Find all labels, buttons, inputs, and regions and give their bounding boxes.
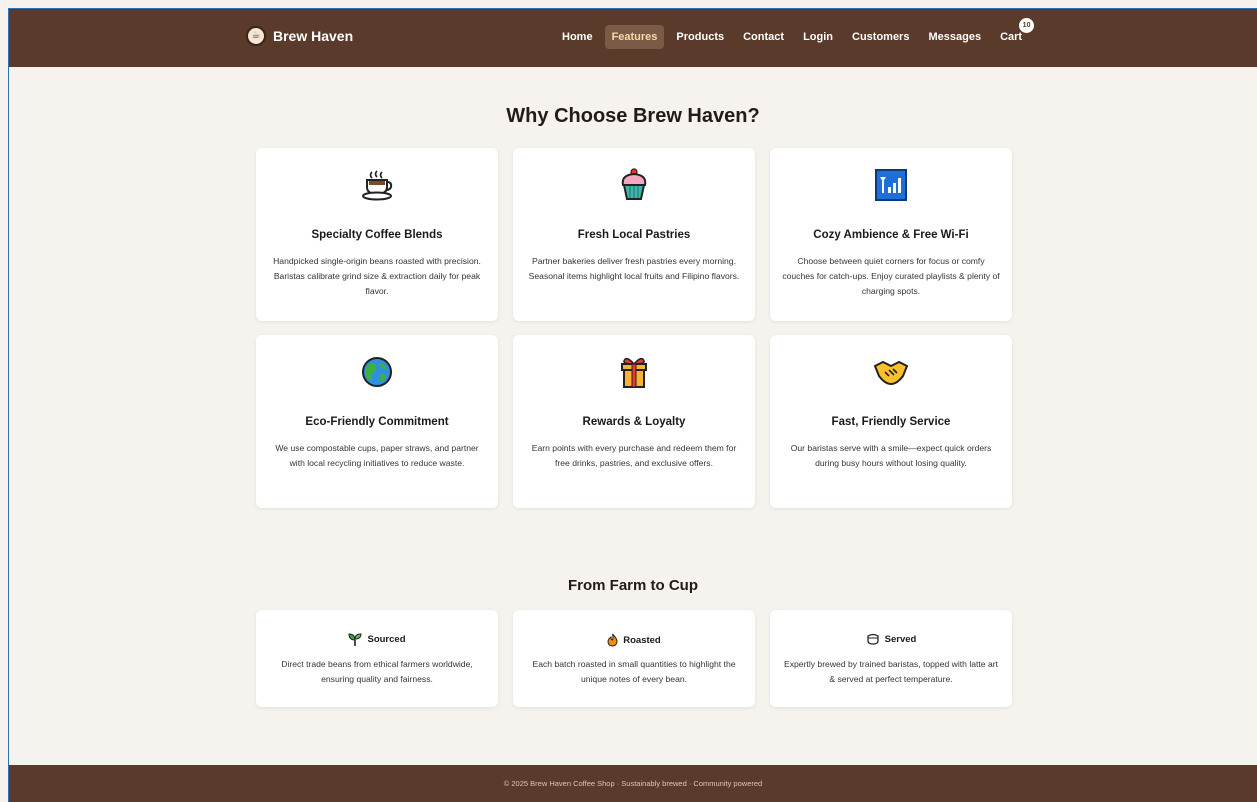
process-description: Expertly brewed by trained baristas, top… — [783, 659, 998, 684]
nav-link-contact[interactable]: Contact — [736, 25, 791, 49]
nav-link-customers[interactable]: Customers — [845, 25, 916, 49]
feature-description: Choose between quiet corners for focus o… — [782, 256, 1000, 296]
flame-icon — [607, 633, 618, 647]
process-description: Each batch roasted in small quantities t… — [532, 659, 736, 684]
cart-label: Cart — [1000, 31, 1023, 43]
footer: © 2025 Brew Haven Coffee Shop · Sustaina… — [9, 765, 1257, 802]
feature-description: Partner bakeries deliver fresh pastries … — [528, 256, 740, 281]
coffee-logo-icon: ☕ — [246, 26, 266, 46]
brand-name: Brew Haven — [273, 28, 354, 44]
nav-link-cart[interactable]: Cart 10 — [993, 18, 1035, 49]
feature-title: Rewards & Loyalty — [582, 416, 686, 428]
navbar: ☕ Brew Haven Home Features Products Cont… — [9, 9, 1257, 67]
process-title: Roasted — [623, 634, 661, 646]
feature-title: Specialty Coffee Blends — [311, 229, 443, 241]
feature-card: Cozy Ambience & Free Wi-Fi Choose betwee… — [770, 148, 1012, 321]
brand[interactable]: ☕ Brew Haven — [246, 26, 353, 46]
coffee-cup-icon — [256, 168, 498, 202]
process-title: Sourced — [367, 634, 406, 645]
sprout-icon — [348, 633, 362, 646]
process-card-header: Sourced — [256, 633, 498, 646]
feature-description: Handpicked single-origin beans roasted w… — [273, 256, 481, 296]
nav-link-login[interactable]: Login — [796, 25, 840, 49]
features-heading: Why Choose Brew Haven? — [506, 105, 760, 127]
nav-link-messages[interactable]: Messages — [921, 25, 988, 49]
wifi-signal-icon — [770, 168, 1012, 202]
feature-title: Fresh Local Pastries — [577, 229, 691, 241]
nav-link-features[interactable]: Features — [604, 25, 665, 49]
feature-card: Specialty Coffee Blends Handpicked singl… — [256, 148, 498, 321]
cupcake-icon — [513, 168, 755, 202]
process-description: Direct trade beans from ethical farmers … — [281, 659, 473, 684]
feature-title: Fast, Friendly Service — [831, 416, 951, 428]
cup-icon — [866, 633, 880, 645]
feature-description: Our baristas serve with a smile—expect q… — [790, 443, 992, 468]
feature-title: Cozy Ambience & Free Wi-Fi — [813, 229, 969, 241]
feature-card: Rewards & Loyalty Earn points with every… — [513, 335, 755, 508]
process-card: Roasted Each batch roasted in small quan… — [513, 610, 755, 707]
process-card-header: Served — [770, 633, 1012, 645]
feature-description: Earn points with every purchase and rede… — [531, 443, 737, 468]
farm-heading: From Farm to Cup — [568, 577, 698, 594]
handshake-icon — [770, 355, 1012, 389]
feature-card: Fast, Friendly Service Our baristas serv… — [770, 335, 1012, 508]
gift-icon — [513, 355, 755, 389]
feature-title: Eco-Friendly Commitment — [305, 416, 449, 428]
feature-card: Fresh Local Pastries Partner bakeries de… — [513, 148, 755, 321]
feature-description: We use compostable cups, paper straws, a… — [275, 443, 479, 468]
feature-card: Eco-Friendly Commitment We use compostab… — [256, 335, 498, 508]
nav-link-products[interactable]: Products — [669, 25, 731, 49]
page-frame: ☕ Brew Haven Home Features Products Cont… — [8, 8, 1257, 802]
nav-links: Home Features Products Contact Login Cus… — [555, 18, 1035, 49]
process-card: Sourced Direct trade beans from ethical … — [256, 610, 498, 707]
process-title: Served — [884, 633, 917, 645]
process-card: Served Expertly brewed by trained barist… — [770, 610, 1012, 707]
footer-text: © 2025 Brew Haven Coffee Shop · Sustaina… — [503, 779, 763, 788]
process-card-header: Roasted — [513, 633, 755, 647]
cart-count-badge: 10 — [1019, 18, 1035, 33]
nav-link-home[interactable]: Home — [555, 25, 600, 49]
globe-icon — [256, 355, 498, 389]
